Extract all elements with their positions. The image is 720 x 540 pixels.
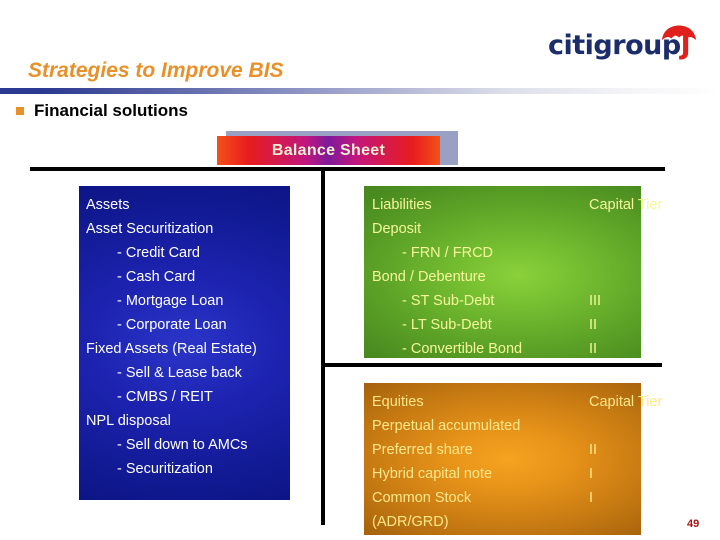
table-row: - Securitization bbox=[79, 457, 290, 481]
table-row: - LT Sub-Debt II bbox=[364, 313, 641, 337]
row-label: (ADR/GRD) bbox=[372, 514, 449, 530]
table-row: Equities Capital Tier bbox=[364, 390, 662, 414]
table-row: Deposit bbox=[364, 217, 641, 241]
table-row: - ST Sub-Debt III bbox=[364, 289, 641, 313]
row-label: Hybrid capital note bbox=[372, 466, 493, 482]
row-label: - Credit Card bbox=[117, 245, 200, 261]
umbrella-icon bbox=[662, 25, 696, 40]
capital-tier-value: II bbox=[589, 341, 598, 357]
citigroup-logo: citigroupJ bbox=[548, 24, 698, 68]
capital-tier-header: Capital Tier bbox=[589, 197, 663, 213]
page-number: 49 bbox=[687, 518, 700, 530]
row-label: Equities bbox=[372, 394, 424, 410]
table-row: - Mortgage Loan bbox=[79, 289, 290, 313]
t-account-middle-rule bbox=[321, 363, 662, 367]
t-account-vertical-rule bbox=[321, 167, 325, 525]
row-label: - Convertible Bond bbox=[402, 341, 523, 357]
table-row: Fixed Assets (Real Estate) bbox=[79, 337, 290, 361]
table-row: NPL disposal bbox=[79, 409, 290, 433]
bullet-label: Financial solutions bbox=[34, 101, 188, 120]
capital-tier-header: Capital Tier bbox=[589, 394, 663, 410]
row-label: - Securitization bbox=[117, 461, 213, 477]
table-row: - CMBS / REIT bbox=[79, 385, 290, 409]
row-label: Preferred share bbox=[372, 442, 473, 458]
table-row: - Corporate Loan bbox=[79, 313, 290, 337]
row-label: Common Stock bbox=[372, 490, 472, 506]
row-label: Liabilities bbox=[372, 197, 432, 213]
table-row: Hybrid capital note I bbox=[364, 462, 641, 486]
table-row: Perpetual accumulated bbox=[364, 414, 641, 438]
bullet-marker-icon bbox=[16, 107, 24, 115]
banner-label: Balance Sheet bbox=[271, 141, 386, 159]
liabilities-panel: Liabilities Capital Tier Deposit - FRN / FR… bbox=[364, 186, 662, 361]
capital-tier-value: II bbox=[589, 317, 598, 333]
row-label: - CMBS / REIT bbox=[117, 389, 213, 405]
table-row: (ADR/GRD) bbox=[364, 510, 641, 534]
row-label: Fixed Assets (Real Estate) bbox=[86, 341, 257, 357]
row-label: - FRN / FRCD bbox=[402, 245, 494, 261]
page-title: Strategies to Improve BIS bbox=[28, 59, 284, 82]
table-row: Bond / Debenture bbox=[364, 265, 641, 289]
row-label: NPL disposal bbox=[86, 413, 171, 429]
capital-tier-value: I bbox=[589, 466, 594, 482]
row-label: Bond / Debenture bbox=[372, 269, 486, 285]
balance-sheet-banner: Balance Sheet bbox=[217, 136, 440, 165]
row-label: - LT Sub-Debt bbox=[402, 317, 492, 333]
table-row: - Convertible Bond II bbox=[364, 337, 641, 361]
equities-panel: Equities Capital Tier Perpetual accumulate… bbox=[364, 383, 662, 535]
capital-tier-value: III bbox=[589, 293, 602, 309]
row-label: - Mortgage Loan bbox=[117, 293, 224, 309]
capital-tier-value: II bbox=[589, 442, 598, 458]
row-label: Assets bbox=[86, 197, 130, 213]
table-row: Assets bbox=[79, 193, 290, 217]
assets-panel: Assets Asset Securitization - Credit Card -… bbox=[79, 186, 290, 500]
row-label: - Cash Card bbox=[117, 269, 196, 285]
table-row: Preferred share II bbox=[364, 438, 641, 462]
bullet-row: Financial solutions bbox=[16, 101, 188, 121]
row-label: - Sell down to AMCs bbox=[117, 437, 248, 453]
capital-tier-value: I bbox=[589, 490, 594, 506]
t-account-top-rule bbox=[30, 167, 665, 171]
row-label: - ST Sub-Debt bbox=[402, 293, 495, 309]
title-divider bbox=[0, 88, 720, 94]
table-row: - Sell down to AMCs bbox=[79, 433, 290, 457]
row-label: Perpetual accumulated bbox=[372, 418, 521, 434]
table-row: - FRN / FRCD bbox=[364, 241, 641, 265]
row-label: - Corporate Loan bbox=[117, 317, 227, 333]
row-label: Deposit bbox=[372, 221, 422, 237]
table-row: Asset Securitization bbox=[79, 217, 290, 241]
row-label: - Sell & Lease back bbox=[117, 365, 242, 381]
row-label: Asset Securitization bbox=[86, 221, 214, 237]
table-row: Liabilities Capital Tier bbox=[364, 193, 662, 217]
table-row: - Sell & Lease back bbox=[79, 361, 290, 385]
table-row: - Cash Card bbox=[79, 265, 290, 289]
table-row: - Credit Card bbox=[79, 241, 290, 265]
table-row: Common Stock I bbox=[364, 486, 641, 510]
